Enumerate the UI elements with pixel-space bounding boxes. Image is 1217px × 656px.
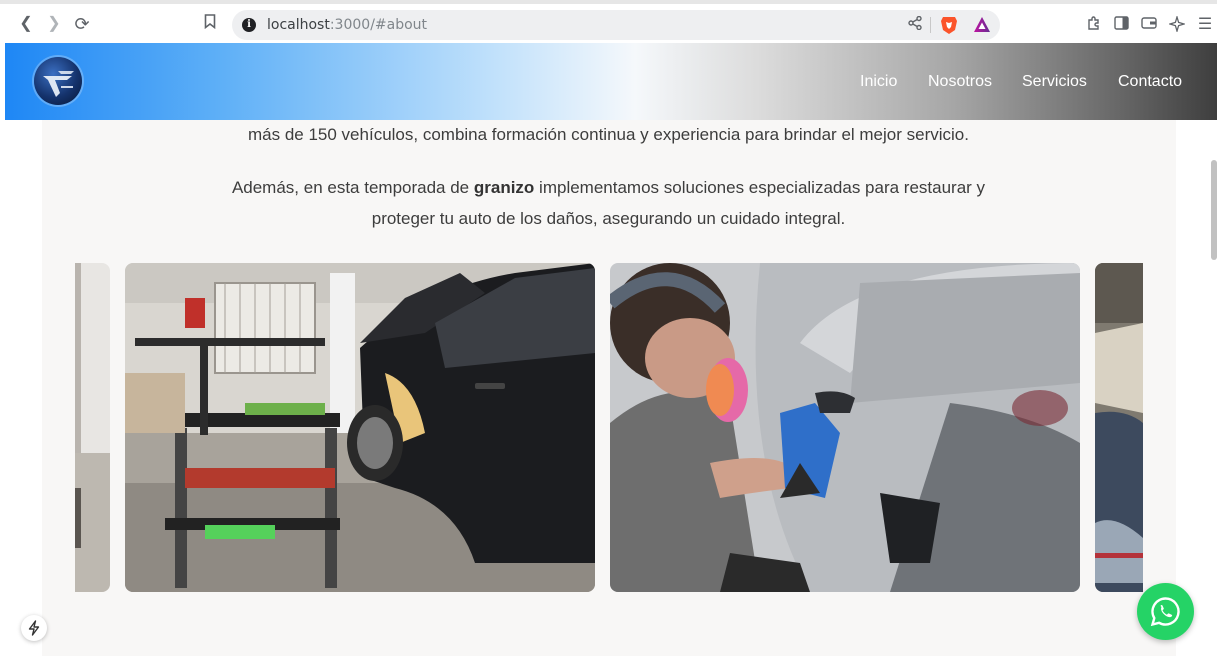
url-path: :3000/#about (329, 17, 428, 33)
nav-inicio[interactable]: Inicio (860, 73, 897, 91)
bolt-icon (28, 620, 40, 636)
divider (930, 17, 931, 33)
sidebar-icon[interactable] (1112, 16, 1130, 34)
screen: ❮ ❯ ⟳ i localhost:3000/#about ☰ Inicio N… (0, 0, 1217, 656)
wallet-icon[interactable] (1140, 16, 1158, 34)
leo-icon[interactable] (1167, 14, 1187, 34)
about-text-line-2: Además, en esta temporada de granizo imp… (0, 178, 1217, 198)
site-info-icon[interactable]: i (242, 18, 256, 32)
share-icon[interactable] (908, 15, 922, 33)
url-text[interactable]: localhost:3000/#about (267, 17, 427, 33)
gallery-photo[interactable] (1095, 263, 1143, 592)
nav-nosotros[interactable]: Nosotros (928, 73, 992, 91)
about-text-line-2-start: Además, en esta temporada de (231, 178, 474, 197)
menu-icon[interactable]: ☰ (1196, 16, 1214, 34)
reload-icon[interactable]: ⟳ (72, 14, 92, 34)
address-bar[interactable]: i localhost:3000/#about (232, 10, 1000, 40)
dev-tools-button[interactable] (21, 615, 47, 641)
gallery-photo[interactable] (125, 263, 595, 592)
extensions-icon[interactable] (1084, 16, 1102, 34)
whatsapp-button[interactable] (1137, 583, 1194, 640)
site-header: Inicio Nosotros Servicios Contacto (5, 43, 1217, 120)
brave-rewards-icon[interactable] (973, 16, 991, 38)
gallery-photo[interactable] (610, 263, 1080, 592)
page-scrollbar[interactable] (1211, 160, 1217, 260)
nav-contacto[interactable]: Contacto (1118, 73, 1182, 91)
forward-icon[interactable]: ❯ (44, 14, 64, 34)
bookmark-icon[interactable] (200, 14, 220, 34)
gallery-photo[interactable] (75, 263, 110, 592)
shield-bolt-logo[interactable] (34, 57, 82, 105)
url-host: localhost (267, 17, 330, 33)
back-icon[interactable]: ❮ (16, 14, 36, 34)
browser-toolbar: ❮ ❯ ⟳ i localhost:3000/#about ☰ (0, 0, 1217, 43)
granizo-emphasis: granizo (473, 178, 535, 197)
about-text-line-2-end: implementamos soluciones especializadas … (534, 178, 986, 197)
about-text-line-3: proteger tu auto de los daños, asegurand… (371, 209, 846, 228)
about-text-line-1: más de 150 vehículos, combina formación … (248, 125, 969, 144)
nav-servicios[interactable]: Servicios (1022, 73, 1087, 91)
whatsapp-icon (1150, 597, 1180, 627)
brave-shields-icon[interactable] (940, 15, 958, 40)
